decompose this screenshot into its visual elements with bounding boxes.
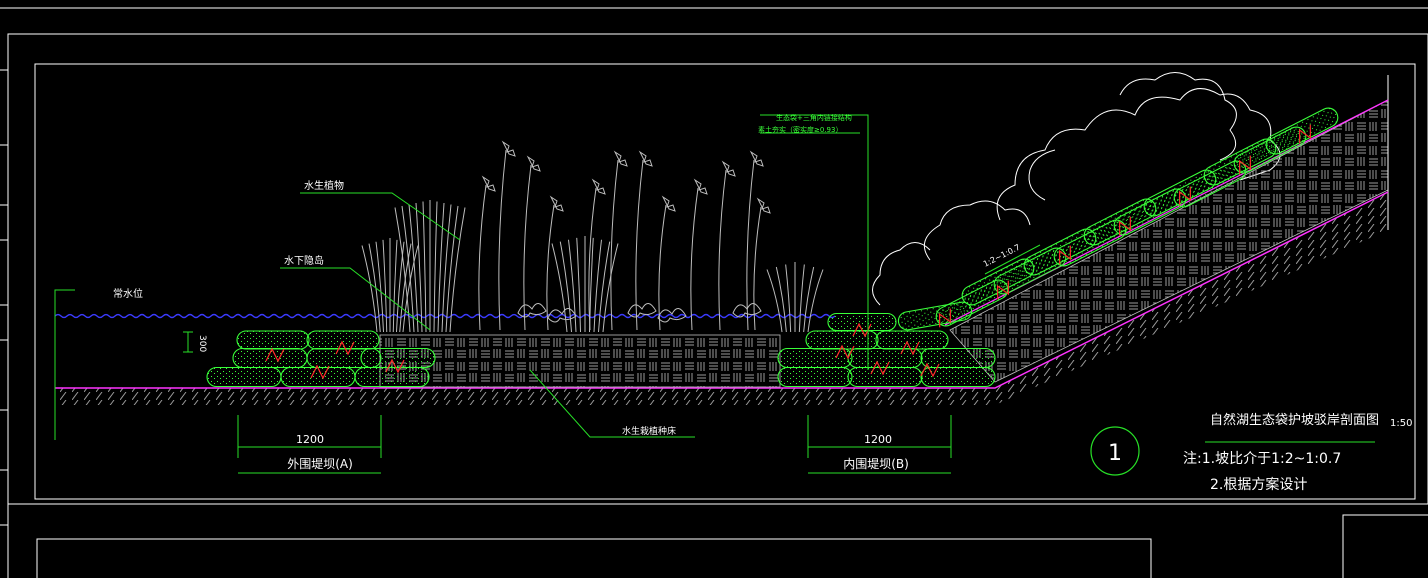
reed-blade [807,269,824,333]
dim-a-caption: 外围堤坝(A) [287,457,353,471]
dim-a-value: 1200 [296,433,324,446]
reed-stem [610,159,619,331]
note-line-2: 2.根据方案设计 [1210,476,1307,493]
eco-bag [232,347,308,369]
eco-bag [777,366,853,388]
cad-drawing-canvas[interactable]: 水生植物 水下隐岛 常水位 水生栽植种床 生态袋+三角内链接结构 素土夯实（密实… [0,0,1428,578]
reed-blade [785,264,792,333]
reed-blade [593,239,602,333]
dim-b-caption: 内围堤坝(B) [843,457,909,471]
flower-head [749,150,764,167]
aquatic-plant-group [361,140,824,333]
label-underwater-island: 水下隐岛 [284,254,324,267]
eco-bag [280,366,356,388]
eco-bag [875,330,949,350]
reed-blade [798,264,805,333]
eco-bag [354,366,430,388]
eco-bag [920,366,996,388]
leaf-swirl [517,303,547,318]
reed-blade [441,204,452,333]
label-aquatic-plants: 水生植物 [304,179,344,192]
reed-blade [449,207,466,333]
reed-stem [690,187,699,331]
reed-stem [718,169,727,331]
flower-head [613,150,628,167]
label-layer1: 生态袋+三角内链接结构 [776,113,852,122]
reed-stem [478,184,487,331]
eco-bag [306,330,380,350]
reed-blade [775,266,787,333]
drawing-title: 自然湖生态袋护坡驳岸剖面图 [1210,412,1379,428]
flower-head [481,175,496,192]
planting-bed [379,334,781,388]
eco-bag [920,347,996,369]
flower-head [693,178,708,195]
reed-blade [422,201,427,333]
section-marker-number: 1 [1108,441,1122,466]
reed-blade [361,245,378,333]
eco-bag [847,347,923,369]
flower-head [501,140,516,157]
label-water-level: 常水位 [113,287,143,300]
eco-bag [827,312,897,332]
eco-bag [206,366,282,388]
flower-head [638,150,653,167]
reed-blade [382,239,388,333]
eco-bag [777,347,853,369]
reed-stem [498,149,507,331]
note-line-1: 注:1.坡比介于1:2~1:0.7 [1183,451,1341,467]
label-layer2: 素土夯实（密实度≥0.93） [758,125,842,134]
reed-blade [408,204,419,333]
dim-b-value: 1200 [864,433,892,446]
left-edge-ticks [0,69,8,526]
eco-bag [236,330,310,350]
reed-blade [766,269,783,333]
eco-bag [360,347,436,369]
reed-blade [392,239,398,333]
flower-head [549,195,564,212]
reed-blade [375,241,384,333]
drawing-scale: 1:50 [1390,418,1412,429]
label-height: 300 [197,335,207,352]
flower-head [591,178,606,195]
label-planting-bed: 水生栽植种床 [622,425,676,437]
reed-blade [803,266,815,333]
reed-blade [433,201,438,333]
flower-head [756,197,771,214]
flower-head [721,160,736,177]
flower-head [526,155,541,172]
flower-head [661,195,676,212]
